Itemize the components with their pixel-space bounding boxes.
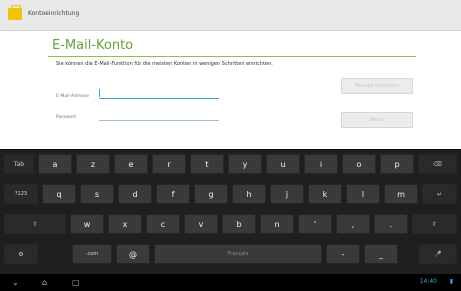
key-period[interactable]: .	[374, 214, 408, 234]
underscore-key[interactable]: _	[364, 244, 398, 264]
settings-key[interactable]: ⚙	[4, 244, 38, 264]
key-n[interactable]: n	[260, 214, 294, 234]
key-h[interactable]: h	[232, 184, 266, 204]
shift-key-left[interactable]: ⇧	[4, 214, 66, 234]
key-u[interactable]: u	[266, 154, 300, 174]
status-time: 14:40	[419, 278, 437, 285]
home-icon[interactable]: ⌂	[42, 278, 47, 287]
password-field[interactable]	[99, 111, 219, 121]
key-r[interactable]: r	[152, 154, 186, 174]
shift-key-right[interactable]: ⇧	[412, 214, 457, 234]
key-e[interactable]: e	[114, 154, 148, 174]
key-b[interactable]: b	[222, 214, 256, 234]
password-label: Passwort	[56, 115, 77, 120]
hide-keyboard-icon[interactable]: ⌄	[12, 278, 19, 287]
dash-key[interactable]: -	[326, 244, 360, 264]
key-apostrophe[interactable]: '	[298, 214, 332, 234]
page-title: E-Mail-Konto	[52, 38, 134, 53]
wifi-battery-icons: ▮	[449, 278, 453, 285]
tab-key[interactable]: Tab	[4, 154, 34, 174]
enter-key[interactable]: ↵	[422, 184, 457, 204]
key-k[interactable]: k	[308, 184, 342, 204]
key-comma[interactable]: ,	[336, 214, 370, 234]
key-o[interactable]: o	[342, 154, 376, 174]
space-key[interactable]: Français	[154, 244, 322, 264]
system-navigation-bar: ⌄ ⌂ ▢ 14:40 ▮	[0, 274, 461, 291]
on-screen-keyboard: Tab a z e r t y u i o p ⌫ ?123 q s d f g…	[0, 149, 461, 275]
recent-apps-icon[interactable]: ▢	[72, 278, 80, 287]
key-d[interactable]: d	[118, 184, 152, 204]
key-v[interactable]: v	[184, 214, 218, 234]
key-i[interactable]: i	[304, 154, 338, 174]
key-f[interactable]: f	[156, 184, 190, 204]
setup-description: Sie können die E-Mail-Funktion für die m…	[56, 61, 273, 67]
key-y[interactable]: y	[228, 154, 262, 174]
folder-icon	[8, 5, 22, 20]
key-s[interactable]: s	[80, 184, 114, 204]
key-w[interactable]: w	[70, 214, 104, 234]
title-bar: Kontoeinrichtung	[0, 0, 461, 31]
key-c[interactable]: c	[146, 214, 180, 234]
symbols-key[interactable]: ?123	[4, 184, 38, 204]
text-cursor	[99, 89, 100, 97]
key-x[interactable]: x	[108, 214, 142, 234]
key-g[interactable]: g	[194, 184, 228, 204]
title-divider	[48, 56, 416, 57]
key-z[interactable]: z	[76, 154, 110, 174]
key-t[interactable]: t	[190, 154, 224, 174]
manual-setup-button[interactable]: Manuell einrichten	[341, 78, 413, 94]
email-field[interactable]	[99, 89, 219, 99]
at-key[interactable]: @	[116, 244, 150, 264]
key-m[interactable]: m	[384, 184, 418, 204]
key-q[interactable]: q	[42, 184, 76, 204]
dotcom-key[interactable]: .com	[72, 244, 112, 264]
key-j[interactable]: j	[270, 184, 304, 204]
key-a[interactable]: a	[38, 154, 72, 174]
email-label: E-Mail-Adresse	[56, 94, 89, 99]
key-l[interactable]: l	[346, 184, 380, 204]
window-title: Kontoeinrichtung	[28, 10, 80, 17]
next-button[interactable]: Weiter	[341, 112, 413, 128]
backspace-key[interactable]: ⌫	[418, 154, 457, 174]
account-setup-panel: E-Mail-Konto Sie können die E-Mail-Funkt…	[0, 31, 461, 148]
key-p[interactable]: p	[380, 154, 414, 174]
microphone-key[interactable]: 🎤	[419, 244, 457, 264]
